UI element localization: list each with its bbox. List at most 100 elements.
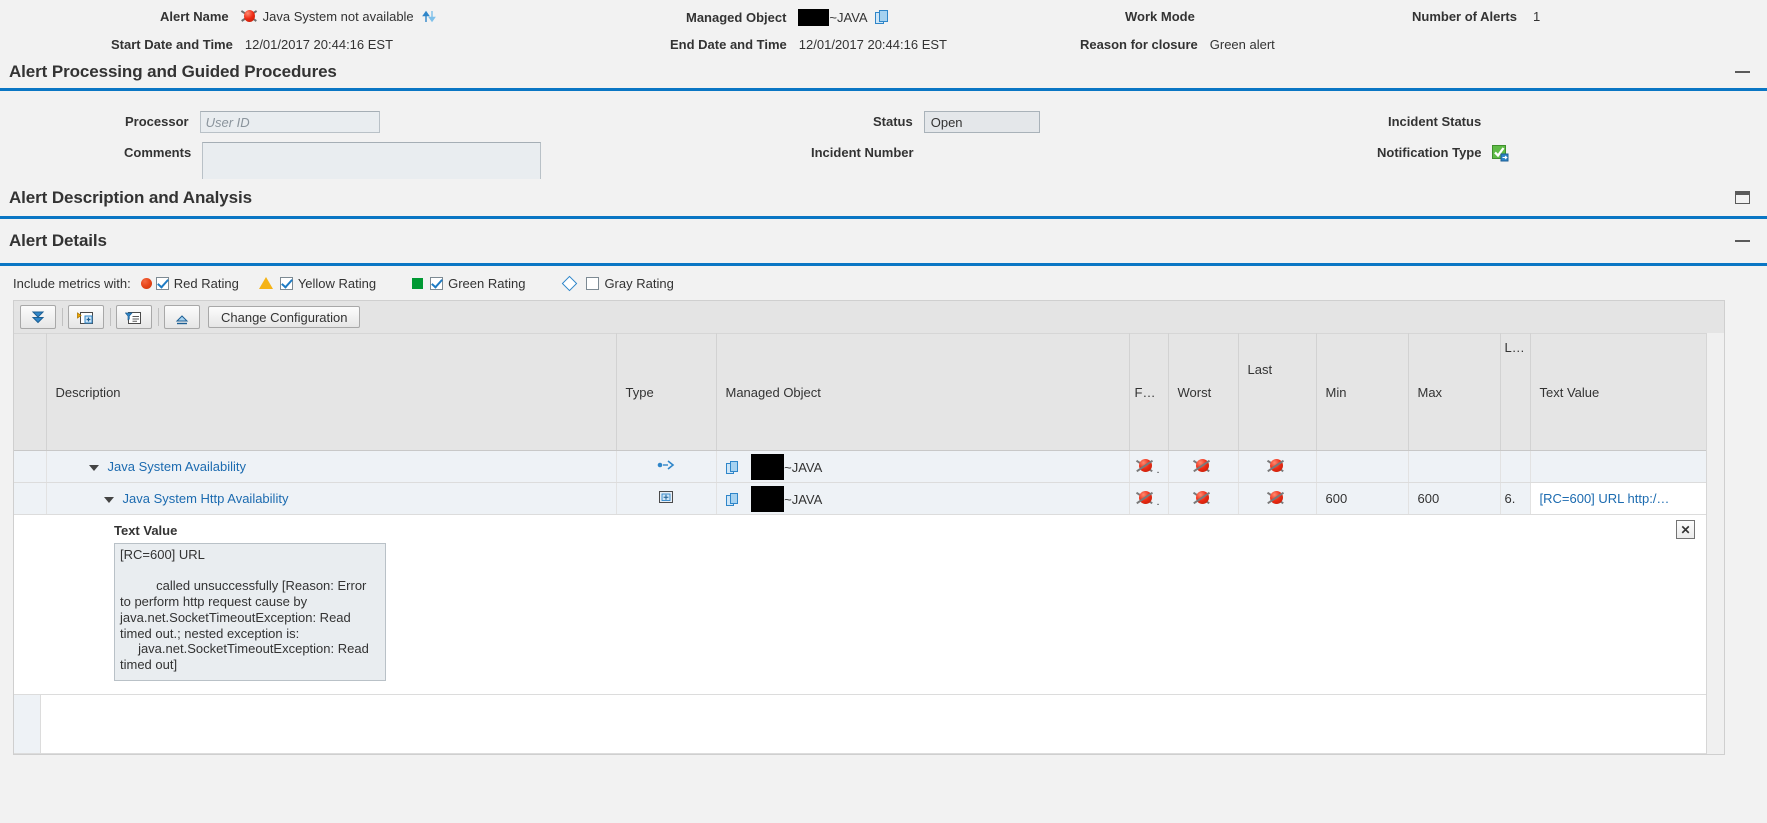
processor-input[interactable] (199, 111, 380, 133)
metric-item-icon (658, 491, 674, 507)
gray-rating-label: Gray Rating (604, 275, 674, 291)
gray-diamond-icon (561, 275, 578, 291)
managed-object-text: ~JAVA (829, 10, 868, 25)
processor-label: Processor (125, 114, 189, 129)
reason-for-closure-label: Reason for closure (1080, 37, 1198, 52)
row-description-link[interactable]: Java System Http Availability (123, 491, 289, 506)
column-header-worst[interactable]: Worst (1168, 333, 1239, 451)
column-header-l[interactable]: L… (1500, 333, 1531, 451)
restore-icon[interactable] (1731, 187, 1753, 209)
yellow-rating-checkbox[interactable] (279, 276, 293, 290)
alert-name-label: Alert Name (160, 9, 229, 24)
red-alert-icon (240, 9, 258, 24)
red-circle-icon (140, 277, 152, 289)
minimize-icon-details[interactable] (1731, 230, 1753, 252)
status-value[interactable]: Open (923, 111, 1040, 133)
start-date-label: Start Date and Time (111, 37, 233, 52)
filter-yellow-rating[interactable]: Yellow Rating (258, 275, 377, 291)
toolbar-separator-2 (110, 308, 111, 326)
row-description-link[interactable]: Java System Availability (108, 459, 247, 474)
row-description-cell[interactable]: Java System Availability (46, 450, 617, 483)
row-min-cell: 600 (1316, 482, 1409, 515)
redaction-block (751, 453, 785, 480)
row-f-rating-cell: . (1129, 482, 1169, 515)
green-rating-label: Green Rating (448, 275, 526, 291)
comments-label: Comments (124, 145, 192, 160)
managed-object-value-group: ~JAVA (798, 9, 891, 26)
start-date-value: 12/01/2017 20:44:16 EST (244, 37, 394, 52)
alert-processing-title: Alert Processing and Guided Procedures (9, 62, 337, 81)
close-icon[interactable]: ✕ (1676, 520, 1695, 539)
row-l-cell (1500, 450, 1531, 483)
notification-type-label: Notification Type (1377, 145, 1482, 160)
row-type-cell (616, 482, 717, 515)
column-header-managed-object[interactable]: Managed Object (716, 333, 1130, 451)
row-max-cell: 600 (1408, 482, 1501, 515)
table-vertical-scrollbar[interactable] (1706, 333, 1724, 754)
red-error-icon (1137, 490, 1156, 505)
red-rating-checkbox[interactable] (155, 276, 169, 290)
status-field-group: Status Open (873, 111, 1040, 133)
filter-gray-rating[interactable]: Gray Rating (561, 275, 674, 291)
yellow-triangle-icon (258, 277, 273, 289)
row-last-rating-cell (1238, 482, 1317, 515)
column-header-max[interactable]: Max (1408, 333, 1501, 451)
expand-caret-icon[interactable] (88, 464, 99, 471)
column-header-text-value[interactable]: Text Value (1530, 333, 1708, 451)
text-value-detail-panel: Text Value ✕ (14, 515, 1707, 695)
row-worst-rating-cell (1168, 482, 1239, 515)
header-field-work-mode: Work Mode (1125, 9, 1207, 24)
sort-updown-icon[interactable] (421, 9, 437, 24)
row-text-value-cell[interactable]: [RC=600] URL http:/… (1530, 482, 1708, 515)
column-header-description[interactable]: Description (46, 333, 617, 451)
green-rating-checkbox[interactable] (430, 276, 444, 290)
filter-icon[interactable] (116, 305, 152, 329)
incident-status-label: Incident Status (1388, 114, 1482, 129)
expand-all-icon[interactable] (20, 305, 56, 329)
column-header-f[interactable]: F… (1129, 333, 1169, 451)
column-header-last[interactable]: Last (1238, 333, 1317, 451)
green-check-notification-icon[interactable] (1492, 142, 1509, 164)
table-row[interactable]: Java System Availability ~JAVA . (14, 450, 1708, 483)
row-managed-object-text: ~JAVA (784, 491, 823, 507)
alert-name-value-group: Java System not available (240, 9, 437, 24)
collapse-all-icon[interactable] (164, 305, 200, 329)
incident-number-label: Incident Number (811, 145, 914, 160)
include-metrics-filter-row: Include metrics with: Red Rating Yellow … (0, 266, 1767, 300)
alert-details-title: Alert Details (9, 231, 107, 250)
alert-name-text: Java System not available (262, 9, 414, 24)
table-header-row: Description Type Managed Object F… Worst… (14, 333, 1708, 451)
column-header-min[interactable]: Min (1316, 333, 1409, 451)
row-worst-rating-cell (1168, 450, 1239, 483)
incident-status-field-group: Incident Status (1388, 111, 1492, 133)
yellow-rating-label: Yellow Rating (297, 275, 377, 291)
minimize-icon[interactable] (1731, 61, 1753, 83)
alert-details-title-bar: Alert Details (0, 219, 1767, 266)
row-selector[interactable] (14, 482, 47, 515)
managed-object-icon (725, 493, 738, 507)
managed-object-icon (725, 461, 738, 475)
red-rating-label: Red Rating (173, 275, 239, 291)
alert-description-title-bar: Alert Description and Analysis (0, 179, 1767, 219)
change-configuration-button[interactable]: Change Configuration (208, 306, 361, 328)
row-selector[interactable] (14, 450, 47, 483)
row-description-cell[interactable]: Java System Http Availability (46, 482, 617, 515)
gray-rating-checkbox[interactable] (586, 276, 600, 290)
add-column-icon[interactable] (68, 305, 104, 329)
filter-red-rating[interactable]: Red Rating (140, 275, 239, 291)
managed-object-icon[interactable] (874, 10, 889, 25)
metric-group-icon (657, 460, 675, 475)
header-field-number-of-alerts: Number of Alerts 1 (1412, 9, 1540, 24)
text-value-detail-textarea[interactable] (114, 543, 386, 681)
table-row[interactable]: Java System Http Availability ~JAVA . 60… (14, 482, 1708, 515)
red-error-icon (1268, 490, 1287, 505)
select-all-header[interactable] (14, 333, 47, 451)
alert-details-section: Alert Details Include metrics with: Red … (0, 219, 1767, 755)
filter-green-rating[interactable]: Green Rating (412, 276, 525, 291)
text-value-link[interactable]: [RC=600] URL http:/… (1540, 491, 1670, 506)
column-header-type[interactable]: Type (616, 333, 717, 451)
expand-caret-icon[interactable] (103, 496, 114, 503)
red-error-icon (1137, 458, 1156, 473)
row-max-cell (1408, 450, 1501, 483)
incident-number-field-group: Incident Number (811, 142, 925, 164)
